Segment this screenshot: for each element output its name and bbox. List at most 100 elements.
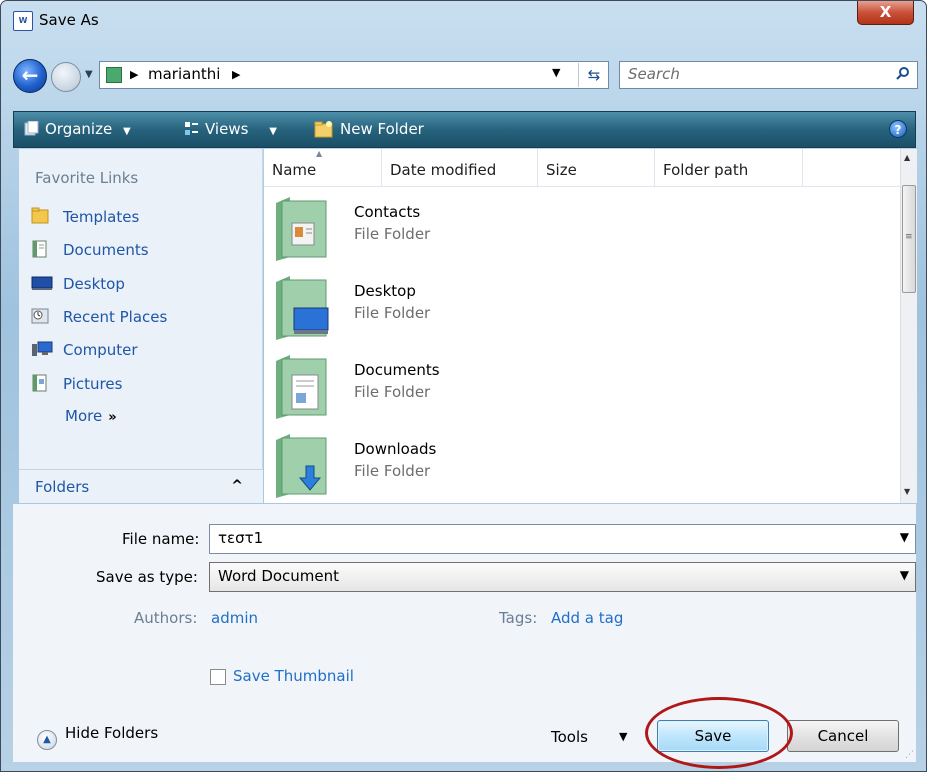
file-name: Downloads	[354, 440, 437, 458]
chevron-down-icon[interactable]: ▼	[619, 730, 627, 743]
nav-item-label: Computer	[63, 341, 138, 359]
save-button[interactable]: Save	[657, 720, 769, 752]
save-thumbnail-checkbox[interactable]	[210, 669, 226, 685]
breadcrumb-separator-icon[interactable]: ▶	[130, 68, 138, 81]
tags-value[interactable]: Add a tag	[551, 609, 623, 627]
authors-value[interactable]: admin	[211, 609, 258, 627]
nav-item-documents[interactable]: Documents	[31, 240, 149, 264]
views-icon	[185, 122, 198, 135]
save-as-type-select[interactable]: Word Document ▼	[209, 562, 916, 592]
file-item[interactable]: Desktop File Folder	[272, 270, 672, 348]
column-header-date-modified[interactable]: Date modified	[382, 149, 538, 187]
nav-item-computer[interactable]: Computer	[31, 340, 138, 364]
file-type: File Folder	[354, 462, 431, 480]
file-item[interactable]: Documents File Folder	[272, 349, 672, 427]
back-button[interactable]: ←	[13, 59, 47, 93]
file-name: Desktop	[354, 282, 416, 300]
search-input[interactable]: Search	[619, 61, 918, 89]
hide-folders-button[interactable]: ▲ Hide Folders	[37, 724, 158, 750]
vertical-scrollbar[interactable]: ▲ ≡ ▼	[900, 149, 917, 503]
breadcrumb-separator-icon[interactable]: ▶	[232, 68, 240, 81]
file-name-label: File name:	[122, 530, 200, 548]
sort-ascending-icon: ▲	[316, 149, 323, 158]
address-row: ← ▼ ▶ marianthi ▶ ▼ ⇆ Search	[1, 53, 926, 109]
arrow-left-icon: ←	[21, 63, 39, 87]
file-item[interactable]: Downloads File Folder	[272, 428, 672, 503]
column-label: Size	[546, 161, 577, 179]
file-type: File Folder	[354, 383, 431, 401]
column-label: Date modified	[390, 161, 497, 179]
refresh-icon: ⇆	[587, 66, 601, 84]
organize-icon	[24, 121, 39, 136]
nav-item-label: Documents	[63, 241, 149, 259]
tags-label: Tags:	[499, 609, 538, 627]
documents-folder-icon	[276, 355, 327, 419]
nav-item-recent-places[interactable]: Recent Places	[31, 307, 167, 331]
nav-item-label: Templates	[63, 208, 140, 226]
nav-item-templates[interactable]: Templates	[31, 207, 139, 231]
nav-item-label: Desktop	[63, 275, 125, 293]
more-links[interactable]: More »	[65, 407, 117, 425]
file-item[interactable]: Contacts File Folder	[272, 191, 672, 269]
file-name: Documents	[354, 361, 440, 379]
column-header-name[interactable]: ▲ Name	[264, 149, 382, 187]
scroll-thumb[interactable]: ≡	[902, 185, 916, 293]
nav-item-label: Pictures	[63, 375, 123, 393]
user-folder-icon	[106, 67, 122, 83]
tools-button[interactable]: Tools	[551, 728, 588, 746]
hide-folders-label: Hide Folders	[65, 724, 159, 742]
close-button[interactable]: X	[857, 1, 914, 25]
folder-icon	[31, 207, 49, 224]
contacts-folder-icon	[276, 197, 327, 261]
navigation-pane: Favorite Links Templates Documents Deskt…	[19, 149, 263, 503]
column-label: Name	[272, 161, 317, 179]
desktop-icon	[31, 276, 53, 290]
scroll-up-icon[interactable]: ▲	[904, 153, 910, 162]
file-type: File Folder	[354, 225, 431, 243]
favorite-links-header: Favorite Links	[35, 169, 139, 187]
search-icon[interactable]	[896, 66, 910, 80]
save-as-type-label: Save as type:	[96, 568, 198, 586]
address-bar[interactable]: ▶ marianthi ▶ ▼ ⇆	[99, 61, 609, 89]
new-folder-button[interactable]: New Folder	[314, 120, 424, 138]
chevron-down-icon[interactable]: ▼	[900, 530, 909, 544]
search-placeholder: Search	[628, 65, 680, 83]
more-label: More	[65, 407, 103, 425]
nav-item-label: Recent Places	[63, 308, 168, 326]
file-name-input[interactable]: τεστ1 ▼	[209, 524, 916, 554]
history-dropdown-icon[interactable]: ▼	[85, 69, 93, 80]
window-title: Save As	[39, 11, 99, 29]
views-button[interactable]: Views ▼	[184, 120, 277, 138]
word-app-icon: W	[13, 11, 33, 31]
new-folder-label: New Folder	[340, 120, 424, 138]
grip-icon: ≡	[905, 232, 913, 242]
forward-button[interactable]	[51, 62, 81, 92]
file-name-value: τεστ1	[218, 529, 264, 547]
file-type: File Folder	[354, 304, 431, 322]
column-header-folder-path[interactable]: Folder path	[655, 149, 803, 187]
double-chevron-icon: »	[108, 410, 117, 425]
breadcrumb-item[interactable]: marianthi	[148, 65, 220, 83]
organize-button[interactable]: Organize ▼	[24, 120, 131, 138]
help-icon[interactable]: ?	[889, 120, 907, 138]
save-thumbnail-label[interactable]: Save Thumbnail	[233, 667, 354, 685]
authors-label: Authors:	[134, 609, 198, 627]
resize-grip-icon[interactable]: ⋰	[905, 750, 914, 760]
save-as-dialog: W Save As X ← ▼ ▶ marianthi ▶ ▼ ⇆ Search	[0, 0, 927, 772]
address-dropdown-icon[interactable]: ▼	[552, 66, 560, 79]
save-as-type-value: Word Document	[218, 567, 340, 585]
desktop-folder-icon	[276, 276, 329, 340]
nav-item-desktop[interactable]: Desktop	[31, 274, 125, 298]
organize-label: Organize	[45, 120, 113, 138]
column-header-size[interactable]: Size	[538, 149, 655, 187]
scroll-down-icon[interactable]: ▼	[904, 487, 910, 496]
nav-item-pictures[interactable]: Pictures	[31, 374, 122, 398]
folders-toggle[interactable]: Folders ^	[19, 469, 263, 503]
save-options-panel: File name: τεστ1 ▼ Save as type: Word Do…	[13, 504, 916, 769]
refresh-button[interactable]: ⇆	[578, 63, 609, 87]
cancel-button[interactable]: Cancel	[787, 720, 899, 752]
chevron-down-icon: ▼	[122, 126, 131, 137]
documents-icon	[32, 240, 47, 258]
chevron-down-icon: ▼	[899, 568, 909, 582]
computer-icon	[32, 341, 53, 356]
